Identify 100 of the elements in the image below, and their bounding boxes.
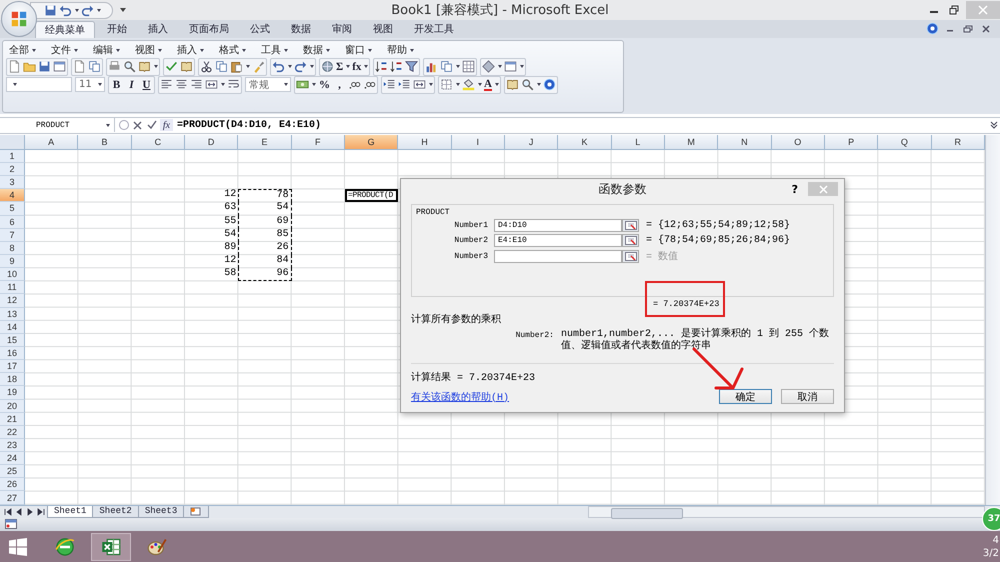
row-header[interactable]: 24 bbox=[0, 452, 25, 466]
window-icon[interactable] bbox=[52, 59, 67, 74]
argument-field[interactable] bbox=[494, 250, 622, 262]
row-header[interactable]: 7 bbox=[0, 228, 25, 242]
collapse-dialog-icon[interactable] bbox=[622, 234, 639, 247]
sheet-tab[interactable]: Sheet1 bbox=[47, 506, 94, 518]
redo-icon[interactable] bbox=[293, 59, 315, 74]
font-size-field[interactable]: 11 bbox=[75, 77, 105, 92]
row-header[interactable]: 25 bbox=[0, 465, 25, 478]
column-header[interactable]: H bbox=[398, 134, 452, 150]
save-icon[interactable] bbox=[37, 59, 52, 74]
row-header[interactable]: 12 bbox=[0, 294, 25, 308]
macro-record-icon[interactable] bbox=[5, 519, 17, 530]
font-color-button[interactable]: A bbox=[483, 77, 500, 92]
sheet-nav-arrow-icon[interactable] bbox=[2, 508, 13, 516]
column-header[interactable]: I bbox=[452, 134, 505, 150]
save-icon[interactable] bbox=[43, 2, 58, 18]
insert-sheet-icon[interactable] bbox=[183, 506, 210, 518]
row-header[interactable]: 5 bbox=[0, 202, 25, 216]
copy-icon[interactable] bbox=[439, 59, 462, 74]
row-header[interactable]: 27 bbox=[0, 491, 25, 505]
row-header[interactable]: 6 bbox=[0, 216, 25, 229]
globe-icon[interactable] bbox=[320, 59, 335, 74]
row-header[interactable]: 2 bbox=[0, 162, 25, 176]
new-document-icon[interactable] bbox=[7, 59, 22, 74]
name-box[interactable]: PRODUCT bbox=[0, 118, 115, 132]
spreadsheet-icon[interactable] bbox=[91, 532, 131, 561]
ribbon-tab[interactable]: 审阅 bbox=[323, 20, 361, 38]
sheet-tab[interactable]: Sheet2 bbox=[92, 506, 139, 518]
menu-item[interactable]: 文件 bbox=[48, 42, 90, 57]
diamond-icon[interactable] bbox=[481, 59, 504, 74]
font-name-field[interactable] bbox=[6, 77, 72, 92]
row-header[interactable]: 1 bbox=[0, 150, 25, 163]
undo-icon[interactable] bbox=[271, 59, 293, 74]
ribbon-tab[interactable]: 公式 bbox=[241, 20, 279, 38]
italic-button[interactable]: I bbox=[124, 77, 139, 92]
row-header[interactable]: 26 bbox=[0, 478, 25, 492]
help-icon[interactable] bbox=[924, 20, 940, 37]
sheet-nav-arrow-icon[interactable] bbox=[35, 508, 46, 516]
column-header[interactable]: Q bbox=[878, 134, 932, 150]
column-header[interactable]: R bbox=[932, 134, 985, 150]
vertical-scrollbar[interactable] bbox=[984, 134, 1000, 505]
row-header[interactable]: 10 bbox=[0, 268, 25, 282]
windows-logo-icon[interactable] bbox=[9, 538, 27, 556]
row-header[interactable]: 9 bbox=[0, 254, 25, 268]
collapse-dialog-icon[interactable] bbox=[622, 219, 639, 232]
row-header[interactable]: 20 bbox=[0, 400, 25, 413]
clipboard-icon[interactable] bbox=[229, 59, 251, 74]
menu-item[interactable]: 编辑 bbox=[90, 42, 132, 57]
menu-item[interactable]: 格式 bbox=[216, 42, 258, 57]
ribbon-tab[interactable]: 页面布局 bbox=[180, 20, 238, 38]
column-header[interactable]: M bbox=[664, 134, 718, 150]
column-header[interactable]: F bbox=[292, 134, 345, 150]
row-header[interactable]: 13 bbox=[0, 308, 25, 321]
menu-item[interactable]: 插入 bbox=[174, 42, 216, 57]
cancel-button[interactable]: 取消 bbox=[781, 389, 834, 404]
menu-item[interactable]: 视图 bbox=[132, 42, 174, 57]
ribbon-tab[interactable]: 数据 bbox=[282, 20, 320, 38]
expand-icon[interactable] bbox=[988, 121, 1000, 130]
row-header[interactable]: 18 bbox=[0, 373, 25, 386]
row-header[interactable]: 8 bbox=[0, 242, 25, 255]
number-format-field[interactable]: 常规 bbox=[245, 77, 291, 92]
menu-item[interactable]: 窗口 bbox=[342, 42, 384, 57]
argument-field[interactable]: D4:D10 bbox=[494, 219, 622, 232]
row-header[interactable]: 19 bbox=[0, 386, 25, 400]
zoom-icon[interactable] bbox=[520, 77, 542, 92]
caret-icon[interactable] bbox=[120, 8, 126, 12]
column-header[interactable]: E bbox=[238, 134, 292, 150]
row-header[interactable]: 17 bbox=[0, 360, 25, 374]
ribbon-tab[interactable]: 经典菜单 bbox=[35, 20, 95, 38]
row-header[interactable]: 16 bbox=[0, 346, 25, 360]
sort-ascending-icon[interactable] bbox=[374, 59, 390, 74]
column-header[interactable]: P bbox=[824, 134, 878, 150]
percent-button[interactable]: % bbox=[317, 77, 332, 92]
argument-field[interactable]: E4:E10 bbox=[494, 234, 622, 247]
sheet-tab[interactable]: Sheet3 bbox=[138, 506, 184, 518]
ribbon-tab[interactable]: 视图 bbox=[364, 20, 402, 38]
column-header[interactable]: N bbox=[718, 134, 772, 150]
menu-item[interactable]: 数据 bbox=[300, 42, 342, 57]
column-header[interactable]: L bbox=[612, 134, 665, 150]
column-header[interactable]: O bbox=[772, 134, 825, 150]
column-header[interactable]: C bbox=[132, 134, 185, 150]
row-header[interactable]: 15 bbox=[0, 334, 25, 347]
check-icon[interactable] bbox=[146, 119, 157, 132]
column-header[interactable]: G bbox=[344, 134, 398, 150]
row-header[interactable]: 14 bbox=[0, 320, 25, 334]
help-button[interactable]: ? bbox=[792, 182, 798, 196]
copy-icon[interactable] bbox=[214, 59, 229, 74]
column-header[interactable]: B bbox=[78, 134, 132, 150]
menu-item[interactable]: 全部 bbox=[6, 42, 48, 57]
window-icon[interactable] bbox=[503, 59, 526, 74]
sum-button[interactable]: Σ bbox=[335, 59, 352, 74]
row-header[interactable]: 23 bbox=[0, 438, 25, 452]
underline-button[interactable]: U bbox=[139, 77, 154, 92]
row-header[interactable]: 4 bbox=[0, 189, 25, 202]
table-icon[interactable] bbox=[461, 59, 476, 74]
ribbon-tab[interactable]: 开发工具 bbox=[405, 20, 463, 38]
cancel-icon[interactable] bbox=[132, 119, 143, 132]
borders-icon[interactable] bbox=[439, 77, 461, 92]
row-header[interactable]: 22 bbox=[0, 426, 25, 439]
